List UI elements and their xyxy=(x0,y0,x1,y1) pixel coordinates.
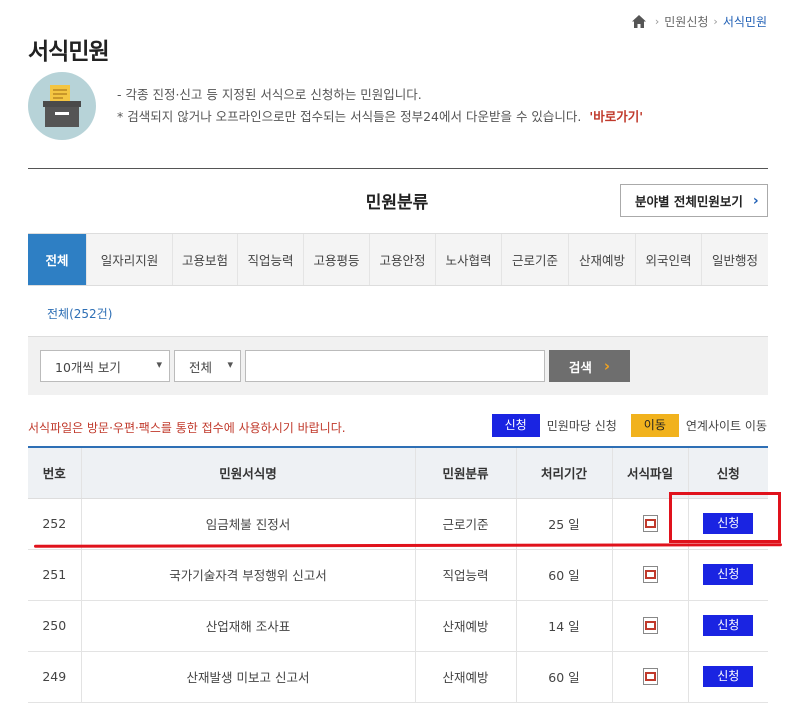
intro-text: - 각종 진정·신고 등 지정된 서식으로 신청하는 민원입니다. * 검색되지… xyxy=(117,84,643,128)
hwp-file-icon[interactable] xyxy=(642,668,658,685)
forms-table: 번호 민원서식명 민원분류 처리기간 서식파일 신청 252 임금체불 진정서 … xyxy=(28,446,768,703)
row-period: 60 일 xyxy=(515,651,612,703)
tab-labor-relations[interactable]: 노사협력 xyxy=(436,234,502,285)
home-icon[interactable] xyxy=(631,15,646,28)
category-select[interactable]: 전체 ▾ xyxy=(174,350,241,382)
row-period: 25 일 xyxy=(515,498,612,550)
view-all-by-field-button[interactable]: 분야별 전체민원보기 › xyxy=(620,184,768,217)
tab-employment-stability[interactable]: 고용안정 xyxy=(370,234,436,285)
table-row: 250 산업재해 조사표 산재예방 14 일 신청 xyxy=(28,600,768,652)
row-category: 직업능력 xyxy=(414,549,516,601)
result-count[interactable]: 전체(252건) xyxy=(47,305,112,322)
row-category: 산재예방 xyxy=(414,600,516,652)
row-no: 250 xyxy=(28,600,81,652)
tab-employment-equality[interactable]: 고용평등 xyxy=(304,234,370,285)
move-legend-text: 연계사이트 이동 xyxy=(685,419,767,433)
row-form-name[interactable]: 국가기술자격 부정행위 신고서 xyxy=(80,549,415,601)
row-no: 249 xyxy=(28,651,81,703)
tab-foreign-workforce[interactable]: 외국인력 xyxy=(636,234,702,285)
chevron-right-icon: › xyxy=(752,192,759,209)
tab-labor-standards[interactable]: 근로기준 xyxy=(502,234,569,285)
chevron-right-icon: › xyxy=(654,15,660,28)
apply-button[interactable]: 신청 xyxy=(703,564,754,585)
col-header-apply: 신청 xyxy=(687,446,768,499)
row-no: 251 xyxy=(28,549,81,601)
tab-vocational-skills[interactable]: 직업능력 xyxy=(238,234,304,285)
notice-text: 서식파일은 방문·우편·팩스를 통한 접수에 사용하시기 바랍니다. xyxy=(28,421,346,435)
col-header-form-name: 민원서식명 xyxy=(80,446,415,499)
table-row: 251 국가기술자격 부정행위 신고서 직업능력 60 일 신청 xyxy=(28,549,768,601)
row-category: 근로기준 xyxy=(414,498,516,550)
hwp-file-icon[interactable] xyxy=(642,566,658,583)
col-header-category: 민원분류 xyxy=(414,446,516,499)
apply-button[interactable]: 신청 xyxy=(703,615,754,636)
breadcrumb: › 민원신청 › 서식민원 xyxy=(631,13,767,30)
tab-all[interactable]: 전체 xyxy=(28,234,87,285)
move-legend-badge: 이동 xyxy=(630,414,679,437)
row-period: 14 일 xyxy=(515,600,612,652)
col-header-file: 서식파일 xyxy=(611,446,688,499)
row-period: 60 일 xyxy=(515,549,612,601)
row-category: 산재예방 xyxy=(414,651,516,703)
chevron-down-icon: ▾ xyxy=(227,358,233,371)
legend: 신청 민원마당 신청 이동 연계사이트 이동 xyxy=(491,414,767,437)
breadcrumb-parent[interactable]: 민원신청 xyxy=(664,13,708,30)
col-header-no: 번호 xyxy=(28,446,81,499)
hwp-file-icon[interactable] xyxy=(642,515,658,532)
intro-line-1: - 각종 진정·신고 등 지정된 서식으로 신청하는 민원입니다. xyxy=(117,87,422,102)
col-header-period: 처리기간 xyxy=(515,446,612,499)
breadcrumb-current: 서식민원 xyxy=(722,15,767,29)
highlight-box-annotation xyxy=(669,492,781,543)
row-form-name[interactable]: 임금체불 진정서 xyxy=(80,498,415,550)
category-tabs: 전체 일자리지원 고용보험 직업능력 고용평등 고용안정 노사협력 근로기준 산… xyxy=(28,233,768,286)
table-row: 252 임금체불 진정서 근로기준 25 일 신청 xyxy=(28,498,768,550)
chevron-right-icon: › xyxy=(603,357,611,375)
tab-accident-prevention[interactable]: 산재예방 xyxy=(569,234,636,285)
apply-legend-badge: 신청 xyxy=(491,414,540,437)
hwp-file-icon[interactable] xyxy=(642,617,658,634)
chevron-right-icon: › xyxy=(713,15,718,28)
apply-button[interactable]: 신청 xyxy=(703,666,754,687)
chevron-down-icon: ▾ xyxy=(156,358,162,371)
search-button[interactable]: 검색 › xyxy=(549,350,630,382)
document-tray-icon xyxy=(28,72,96,140)
row-form-name[interactable]: 산재발생 미보고 신고서 xyxy=(80,651,415,703)
row-form-name[interactable]: 산업재해 조사표 xyxy=(80,600,415,652)
table-row: 249 산재발생 미보고 신고서 산재예방 60 일 신청 xyxy=(28,651,768,703)
apply-legend-text: 민원마당 신청 xyxy=(546,419,617,433)
page-title: 서식민원 xyxy=(28,39,110,65)
table-header-row: 번호 민원서식명 민원분류 처리기간 서식파일 신청 xyxy=(28,446,768,499)
row-no: 252 xyxy=(28,498,81,550)
shortcut-link[interactable]: '바로가기' xyxy=(589,109,643,124)
tab-general-admin[interactable]: 일반행정 xyxy=(702,234,768,285)
divider xyxy=(28,168,768,169)
intro-line-2: * 검색되지 않거나 오프라인으로만 접수되는 서식들은 정부24에서 다운받을… xyxy=(117,109,644,124)
tab-job-support[interactable]: 일자리지원 xyxy=(87,234,173,285)
search-input[interactable] xyxy=(245,350,545,382)
tab-employment-insurance[interactable]: 고용보험 xyxy=(173,234,238,285)
search-bar: 10개씩 보기 ▾ 전체 ▾ 검색 › xyxy=(28,337,768,395)
per-page-select[interactable]: 10개씩 보기 ▾ xyxy=(40,350,170,382)
